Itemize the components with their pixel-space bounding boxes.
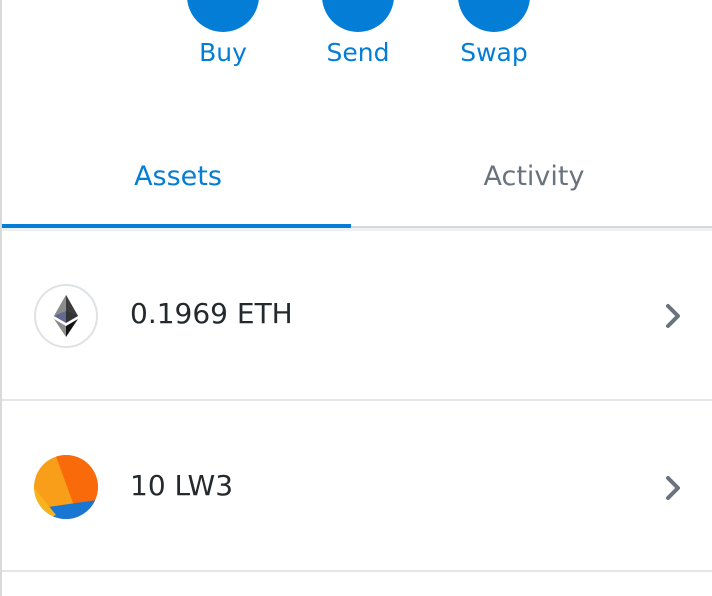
token-identicon [34, 455, 98, 519]
asset-amount: 10 LW3 [130, 469, 234, 502]
chevron-right-icon [662, 301, 684, 331]
ethereum-icon [34, 284, 98, 348]
send-icon [322, 0, 394, 32]
buy-icon [187, 0, 259, 32]
asset-amount: 0.1969 ETH [130, 297, 293, 330]
swap-label: Swap [460, 38, 528, 67]
tab-assets-label: Assets [134, 160, 222, 192]
chevron-right-icon [662, 473, 684, 503]
swap-icon [458, 0, 530, 32]
asset-row-eth[interactable]: 0.1969 ETH [2, 231, 712, 401]
buy-label: Buy [199, 38, 247, 67]
row-divider [2, 399, 712, 401]
row-divider [2, 570, 712, 572]
tab-assets[interactable]: Assets [0, 140, 356, 230]
send-label: Send [326, 38, 390, 67]
asset-row-lw3[interactable]: 10 LW3 [2, 402, 712, 572]
tab-activity-label: Activity [483, 160, 585, 192]
tab-activity[interactable]: Activity [356, 140, 712, 230]
